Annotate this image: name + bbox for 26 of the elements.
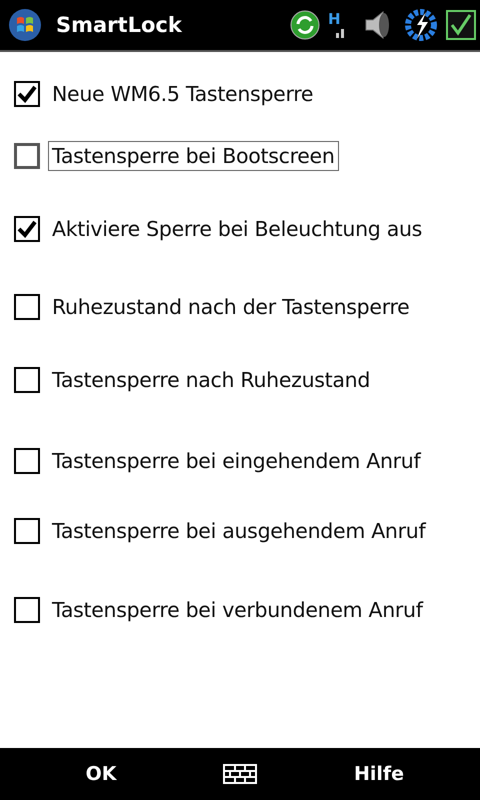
option-label[interactable]: Neue WM6.5 Tastensperre bbox=[48, 79, 318, 109]
ok-check-icon[interactable] bbox=[446, 10, 476, 40]
option-label[interactable]: Tastensperre bei Bootscreen bbox=[48, 141, 339, 171]
battery-icon[interactable] bbox=[404, 8, 438, 42]
checkbox[interactable] bbox=[14, 216, 40, 242]
checkbox[interactable] bbox=[14, 294, 40, 320]
checkbox[interactable] bbox=[14, 597, 40, 623]
option-label[interactable]: Ruhezustand nach der Tastensperre bbox=[48, 292, 414, 322]
checkbox[interactable] bbox=[14, 518, 40, 544]
option-label[interactable]: Tastensperre bei verbundenem Anruf bbox=[48, 595, 427, 625]
checkbox[interactable] bbox=[14, 448, 40, 474]
checkbox[interactable] bbox=[14, 367, 40, 393]
start-icon[interactable] bbox=[8, 8, 42, 42]
option-label[interactable]: Tastensperre nach Ruhezustand bbox=[48, 365, 374, 395]
option-label[interactable]: Tastensperre bei eingehendem Anruf bbox=[48, 446, 424, 476]
option-label[interactable]: Tastensperre bei ausgehendem Anruf bbox=[48, 516, 430, 546]
network-type: H bbox=[328, 12, 341, 27]
sync-icon[interactable] bbox=[290, 10, 320, 40]
keyboard-icon[interactable] bbox=[223, 764, 257, 784]
window-title: SmartLock bbox=[56, 13, 183, 37]
checkbox[interactable] bbox=[14, 143, 40, 169]
checkbox[interactable] bbox=[14, 81, 40, 107]
help-button[interactable]: Hilfe bbox=[299, 762, 459, 786]
option-label[interactable]: Aktiviere Sperre bei Beleuchtung aus bbox=[48, 214, 426, 244]
ok-button[interactable]: OK bbox=[21, 762, 181, 786]
signal-icon bbox=[336, 29, 344, 38]
